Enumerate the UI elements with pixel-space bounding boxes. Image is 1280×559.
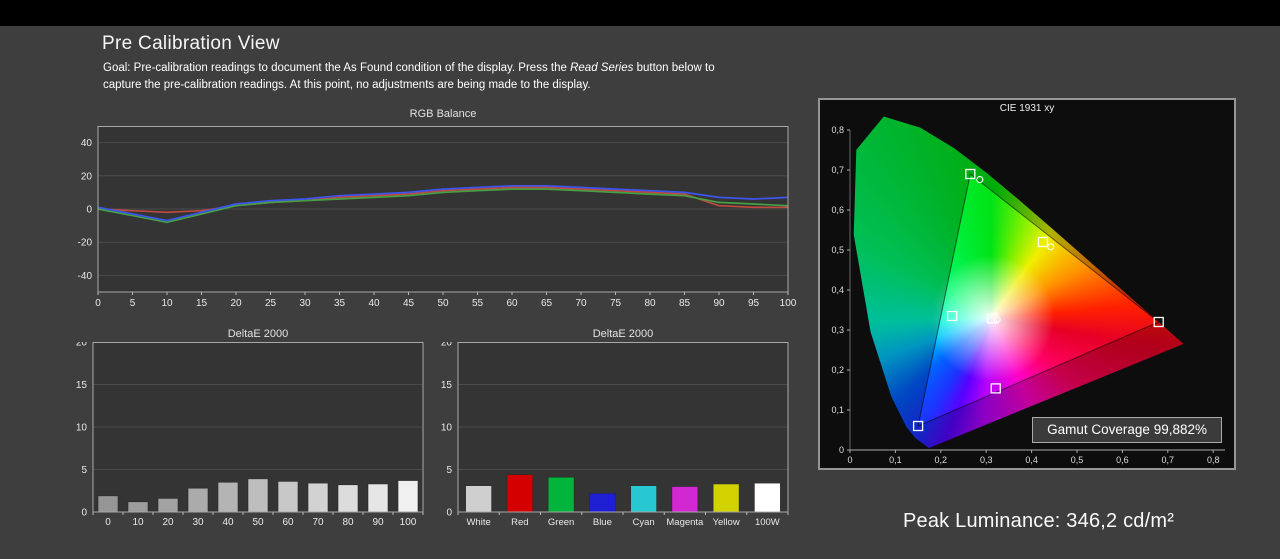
svg-text:0,2: 0,2 (831, 365, 844, 375)
svg-text:40: 40 (222, 517, 234, 528)
svg-text:20: 20 (76, 342, 88, 349)
svg-text:0: 0 (847, 455, 852, 465)
svg-text:10: 10 (441, 423, 453, 434)
svg-text:10: 10 (76, 423, 88, 434)
svg-text:Green: Green (548, 517, 574, 528)
svg-text:0,1: 0,1 (889, 455, 902, 465)
svg-text:70: 70 (575, 298, 587, 309)
svg-text:65: 65 (541, 298, 553, 309)
svg-text:80: 80 (342, 517, 354, 528)
svg-text:40: 40 (81, 138, 93, 149)
svg-text:5: 5 (446, 465, 452, 476)
svg-text:0,4: 0,4 (1025, 455, 1038, 465)
svg-text:75: 75 (610, 298, 622, 309)
goal-line1-post: button below to (633, 62, 715, 74)
svg-text:70: 70 (312, 517, 324, 528)
svg-text:30: 30 (299, 298, 311, 309)
svg-text:10: 10 (161, 298, 173, 309)
svg-text:0: 0 (86, 205, 92, 216)
rgb-balance-plot: 40 20 0 -20 -40 0 5 10 15 20 25 30 35 40 45 50 55 60 65 70 7… (78, 126, 797, 309)
deltae-colors-chart: DeltaE 2000 20 15 10 5 0 White Red Green Blue Cya… (430, 326, 802, 538)
svg-text:Magenta: Magenta (666, 517, 704, 528)
svg-text:0,4: 0,4 (831, 285, 844, 295)
svg-text:20: 20 (162, 517, 174, 528)
svg-text:45: 45 (403, 298, 415, 309)
gamut-coverage-badge: Gamut Coverage 99,882% (1032, 417, 1222, 443)
svg-text:10: 10 (132, 517, 144, 528)
svg-text:95: 95 (748, 298, 760, 309)
cie-overlay-markers: 0 0,1 0,2 0,3 0,4 0,5 0,6 0,7 0,8 0 0,1 0,2 0,3 0,4 0,… (831, 125, 1225, 465)
svg-text:0: 0 (105, 517, 111, 528)
deltae-colors-plot: 20 15 10 5 0 White Red Green Blue Cyan Magenta Yell… (441, 342, 789, 528)
peak-luminance-readout: Peak Luminance: 346,2 cd/m² (903, 510, 1175, 532)
goal-text: Goal: Pre-calibration readings to docume… (103, 60, 883, 93)
svg-text:0,3: 0,3 (980, 455, 993, 465)
deltae-grayscale-chart: DeltaE 2000 20 15 10 5 0 0 10 20 30 40 50 60 70 80 90 1… (58, 326, 430, 538)
rgb-balance-title: RGB Balance (409, 108, 477, 120)
svg-text:60: 60 (282, 517, 294, 528)
svg-text:100: 100 (400, 517, 417, 528)
svg-text:30: 30 (192, 517, 204, 528)
svg-text:-20: -20 (78, 238, 93, 249)
svg-text:90: 90 (372, 517, 384, 528)
svg-text:50: 50 (252, 517, 264, 528)
svg-text:20: 20 (81, 171, 93, 182)
svg-text:50: 50 (437, 298, 449, 309)
svg-text:25: 25 (265, 298, 277, 309)
svg-text:40: 40 (368, 298, 380, 309)
svg-text:White: White (466, 517, 490, 528)
svg-text:0,6: 0,6 (831, 205, 844, 215)
svg-text:Red: Red (511, 517, 528, 528)
svg-text:0,5: 0,5 (1071, 455, 1084, 465)
svg-text:5: 5 (130, 298, 136, 309)
svg-text:20: 20 (441, 342, 453, 349)
precal-view: Pre Calibration View Goal: Pre-calibrati… (0, 0, 1280, 559)
svg-text:85: 85 (679, 298, 691, 309)
svg-text:0,3: 0,3 (831, 325, 844, 335)
svg-text:0: 0 (95, 298, 101, 309)
cie-1931-panel: CIE 1931 xy 0 0,1 0,2 0,3 0,4 0,5 0,6 0,7 0,8 0 0,… (818, 98, 1236, 470)
svg-text:20: 20 (230, 298, 242, 309)
svg-text:0,7: 0,7 (1162, 455, 1175, 465)
svg-text:0: 0 (81, 508, 87, 519)
page-title: Pre Calibration View (102, 33, 280, 54)
svg-text:35: 35 (334, 298, 346, 309)
svg-text:5: 5 (81, 465, 87, 476)
goal-line1-pre: Goal: Pre-calibration readings to docume… (103, 62, 571, 74)
svg-text:0,2: 0,2 (935, 455, 948, 465)
goal-line2: capture the pre-calibration readings. At… (103, 78, 591, 91)
svg-text:60: 60 (506, 298, 518, 309)
deltae-colors-title: DeltaE 2000 (592, 328, 654, 340)
svg-text:15: 15 (196, 298, 208, 309)
svg-text:15: 15 (76, 380, 88, 391)
svg-text:100: 100 (780, 298, 797, 309)
svg-text:90: 90 (713, 298, 725, 309)
svg-text:0,5: 0,5 (831, 245, 844, 255)
top-black-bar (0, 0, 1280, 26)
svg-text:Blue: Blue (593, 517, 612, 528)
rgb-balance-chart: RGB Balance 40 20 0 -20 -40 0 5 10 15 20 25 30 35 40 4… (58, 106, 798, 318)
svg-text:0,6: 0,6 (1116, 455, 1129, 465)
svg-text:Cyan: Cyan (633, 517, 655, 528)
svg-text:100W: 100W (755, 517, 780, 528)
svg-text:0,8: 0,8 (831, 125, 844, 135)
svg-text:0,8: 0,8 (1207, 455, 1220, 465)
deltae-grayscale-title: DeltaE 2000 (227, 328, 289, 340)
svg-text:0,1: 0,1 (831, 405, 844, 415)
svg-text:0,7: 0,7 (831, 165, 844, 175)
deltae-grayscale-plot: 201510500 10 20 30 40 50 60 70 80 90 100 (76, 342, 424, 528)
svg-text:55: 55 (472, 298, 484, 309)
svg-text:0: 0 (839, 445, 844, 455)
svg-text:0: 0 (446, 508, 452, 519)
svg-text:-40: -40 (78, 271, 93, 282)
goal-line1: Goal: Pre-calibration readings to docume… (103, 60, 883, 77)
goal-read-series-ref: Read Series (570, 62, 634, 74)
svg-text:15: 15 (441, 380, 453, 391)
svg-text:Yellow: Yellow (713, 517, 740, 528)
svg-text:80: 80 (644, 298, 656, 309)
